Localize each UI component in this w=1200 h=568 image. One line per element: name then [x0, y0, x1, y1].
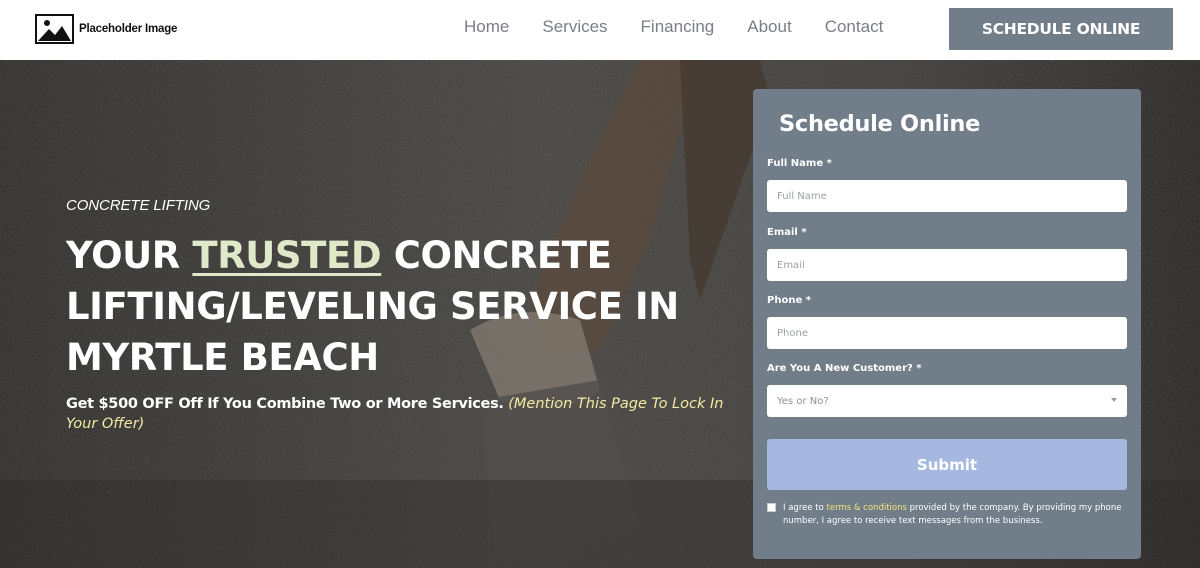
- terms-link[interactable]: terms & conditions: [827, 503, 907, 513]
- image-placeholder-icon: [35, 14, 74, 44]
- consent-text: I agree to terms & conditions provided b…: [783, 502, 1123, 528]
- consent-part: I agree to: [783, 503, 827, 513]
- submit-button[interactable]: Submit: [767, 439, 1127, 490]
- headline-highlight: TRUSTED: [192, 234, 382, 277]
- phone-input[interactable]: [767, 317, 1127, 349]
- chevron-down-icon: [1111, 398, 1117, 402]
- hero-section: CONCRETE LIFTING YOUR TRUSTED CONCRETE L…: [0, 60, 1200, 568]
- select-value: Yes or No?: [777, 395, 829, 407]
- form-title: Schedule Online: [779, 111, 981, 137]
- nav-home[interactable]: Home: [464, 17, 509, 37]
- schedule-online-button[interactable]: SCHEDULE ONLINE: [949, 8, 1173, 50]
- full-name-label: Full Name *: [767, 158, 832, 169]
- schedule-form-card: Schedule Online Full Name * Email * Phon…: [753, 89, 1141, 559]
- nav-financing[interactable]: Financing: [641, 17, 715, 37]
- main-nav: Home Services Financing About Contact: [464, 17, 883, 37]
- headline-part: YOUR: [66, 234, 193, 277]
- site-header: Placeholder Image Home Services Financin…: [0, 0, 1200, 60]
- nav-about[interactable]: About: [747, 17, 791, 37]
- hero-eyebrow: CONCRETE LIFTING: [66, 197, 211, 214]
- new-customer-label: Are You A New Customer? *: [767, 363, 922, 374]
- new-customer-select[interactable]: Yes or No?: [767, 385, 1127, 417]
- hero-headline: YOUR TRUSTED CONCRETE LIFTING/LEVELING S…: [66, 230, 726, 383]
- offer-strong: Get $500 OFF Off If You Combine Two or M…: [66, 396, 504, 412]
- logo[interactable]: Placeholder Image: [35, 14, 177, 44]
- consent-checkbox[interactable]: [767, 503, 776, 512]
- email-input[interactable]: [767, 249, 1127, 281]
- nav-services[interactable]: Services: [542, 17, 607, 37]
- phone-label: Phone *: [767, 295, 811, 306]
- email-label: Email *: [767, 227, 807, 238]
- offer-text: Get $500 OFF Off If You Combine Two or M…: [66, 394, 736, 434]
- logo-text: Placeholder Image: [79, 23, 178, 35]
- full-name-input[interactable]: [767, 180, 1127, 212]
- nav-contact[interactable]: Contact: [825, 17, 884, 37]
